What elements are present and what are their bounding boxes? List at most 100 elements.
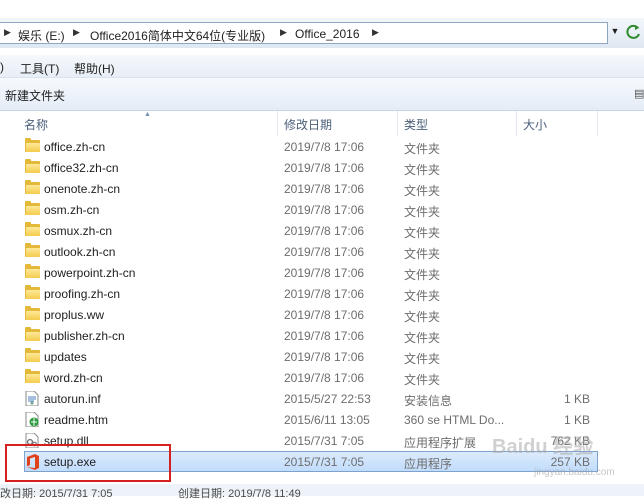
file-row[interactable]: proofing.zh-cn 2019/7/8 17:06 文件夹: [0, 283, 644, 304]
file-modified-date: 2015/7/31 7:05: [284, 455, 365, 469]
column-type[interactable]: 类型: [404, 116, 428, 133]
file-row[interactable]: autorun.inf 2015/5/27 22:53 安装信息 1 KB: [0, 388, 644, 409]
file-name[interactable]: outlook.zh-cn: [44, 245, 115, 259]
modified-date-detail: 改日期: 2015/7/31 7:05: [0, 488, 113, 500]
file-name[interactable]: updates: [44, 350, 87, 364]
file-name[interactable]: office32.zh-cn: [44, 161, 119, 175]
file-row[interactable]: powerpoint.zh-cn 2019/7/8 17:06 文件夹: [0, 262, 644, 283]
chevron-right-icon[interactable]: ▶: [73, 27, 80, 38]
highlight-annotation: [5, 444, 171, 482]
chevron-right-icon[interactable]: ▶: [280, 27, 287, 38]
file-modified-date: 2019/7/8 17:06: [284, 224, 365, 238]
file-row[interactable]: osmux.zh-cn 2019/7/8 17:06 文件夹: [0, 220, 644, 241]
folder-icon: [25, 159, 40, 173]
file-type: 安装信息: [404, 394, 453, 408]
file-type: 文件夹: [404, 226, 441, 240]
file-row[interactable]: office32.zh-cn 2019/7/8 17:06 文件夹: [0, 157, 644, 178]
address-dropdown-icon[interactable]: ▼: [608, 26, 622, 40]
file-row[interactable]: word.zh-cn 2019/7/8 17:06 文件夹: [0, 367, 644, 388]
file-row[interactable]: osm.zh-cn 2019/7/8 17:06 文件夹: [0, 199, 644, 220]
file-name[interactable]: osm.zh-cn: [44, 203, 99, 217]
file-name[interactable]: onenote.zh-cn: [44, 182, 120, 196]
file-modified-date: 2019/7/8 17:06: [284, 266, 365, 280]
file-size: 1 KB: [563, 413, 590, 427]
inf-file-icon: [25, 390, 39, 407]
file-type: 文件夹: [404, 373, 441, 387]
breadcrumb-installer-folder[interactable]: Office2016简体中文64位(专业版): [90, 27, 265, 44]
chevron-right-icon[interactable]: ▶: [4, 27, 11, 38]
file-name[interactable]: publisher.zh-cn: [44, 329, 125, 343]
file-name[interactable]: osmux.zh-cn: [44, 224, 112, 238]
file-name[interactable]: powerpoint.zh-cn: [44, 266, 135, 280]
refresh-icon[interactable]: [624, 23, 644, 43]
file-row[interactable]: proplus.ww 2019/7/8 17:06 文件夹: [0, 304, 644, 325]
sort-ascending-icon: ▲: [144, 111, 151, 118]
column-size[interactable]: 大小: [523, 116, 547, 133]
file-modified-date: 2019/7/8 17:06: [284, 329, 365, 343]
file-name[interactable]: word.zh-cn: [44, 371, 103, 385]
menu-bar: ) 工具(T) 帮助(H): [0, 55, 644, 77]
menu-fragment[interactable]: ): [0, 60, 4, 74]
details-pane: 改日期: 2015/7/31 7:05 创建日期: 2019/7/8 11:49: [0, 484, 644, 500]
folder-icon: [25, 138, 40, 152]
baidu-watermark: Baidu 经验: [492, 436, 594, 458]
column-header: ▲ 名称 修改日期 类型 大小: [0, 111, 644, 136]
file-name[interactable]: office.zh-cn: [44, 140, 105, 154]
file-row[interactable]: publisher.zh-cn 2019/7/8 17:06 文件夹: [0, 325, 644, 346]
html-file-icon: [25, 411, 39, 428]
file-type: 应用程序: [404, 457, 453, 471]
menu-tools[interactable]: 工具(T): [20, 60, 59, 77]
file-name[interactable]: proofing.zh-cn: [44, 287, 120, 301]
folder-icon: [25, 180, 40, 194]
file-name[interactable]: readme.htm: [44, 413, 108, 427]
file-type: 文件夹: [404, 163, 441, 177]
file-row[interactable]: readme.htm 2015/6/11 13:05 360 se HTML Do.…: [0, 409, 644, 430]
folder-icon: [25, 369, 40, 383]
folder-icon: [25, 222, 40, 236]
column-name[interactable]: 名称: [24, 116, 48, 133]
new-folder-button[interactable]: 新建文件夹: [5, 87, 65, 104]
folder-icon: [25, 348, 40, 362]
file-modified-date: 2019/7/8 17:06: [284, 350, 365, 364]
file-modified-date: 2019/7/8 17:06: [284, 371, 365, 385]
file-row[interactable]: office.zh-cn 2019/7/8 17:06 文件夹: [0, 136, 644, 157]
folder-icon: [25, 201, 40, 215]
column-divider[interactable]: [516, 111, 517, 136]
file-row[interactable]: updates 2019/7/8 17:06 文件夹: [0, 346, 644, 367]
column-divider[interactable]: [397, 111, 398, 136]
column-date[interactable]: 修改日期: [284, 116, 332, 133]
file-row[interactable]: onenote.zh-cn 2019/7/8 17:06 文件夹: [0, 178, 644, 199]
file-name[interactable]: proplus.ww: [44, 308, 104, 322]
file-modified-date: 2019/7/8 17:06: [284, 287, 365, 301]
column-divider[interactable]: [597, 111, 598, 136]
baidu-watermark-url: jingyan.baidu.com: [534, 467, 615, 478]
folder-icon: [25, 264, 40, 278]
file-modified-date: 2019/7/8 17:06: [284, 182, 365, 196]
view-options-icon[interactable]: ▤: [634, 87, 644, 100]
file-modified-date: 2019/7/8 17:06: [284, 245, 365, 259]
file-type: 文件夹: [404, 310, 441, 324]
file-modified-date: 2015/7/31 7:05: [284, 434, 365, 448]
file-type: 文件夹: [404, 331, 441, 345]
file-type: 文件夹: [404, 205, 441, 219]
file-type: 360 se HTML Do...: [404, 413, 505, 427]
file-type: 文件夹: [404, 142, 441, 156]
file-type: 文件夹: [404, 352, 441, 366]
file-row[interactable]: outlook.zh-cn 2019/7/8 17:06 文件夹: [0, 241, 644, 262]
menu-help[interactable]: 帮助(H): [74, 60, 115, 77]
chevron-right-icon[interactable]: ▶: [372, 27, 379, 38]
file-modified-date: 2019/7/8 17:06: [284, 161, 365, 175]
folder-icon: [25, 306, 40, 320]
file-name[interactable]: autorun.inf: [44, 392, 101, 406]
file-modified-date: 2015/5/27 22:53: [284, 392, 371, 406]
breadcrumb-drive[interactable]: 娱乐 (E:): [18, 27, 65, 44]
breadcrumb-office-folder[interactable]: Office_2016: [295, 27, 360, 41]
file-modified-date: 2015/6/11 13:05: [284, 413, 370, 427]
folder-icon: [25, 285, 40, 299]
file-size: 1 KB: [563, 392, 590, 406]
folder-icon: [25, 243, 40, 257]
command-toolbar: 新建文件夹 ▤: [0, 77, 644, 111]
breadcrumb[interactable]: ▶ 娱乐 (E:) ▶ Office2016简体中文64位(专业版) ▶ Off…: [0, 22, 608, 44]
column-divider[interactable]: [277, 111, 278, 136]
created-date-detail: 创建日期: 2019/7/8 11:49: [178, 488, 301, 500]
